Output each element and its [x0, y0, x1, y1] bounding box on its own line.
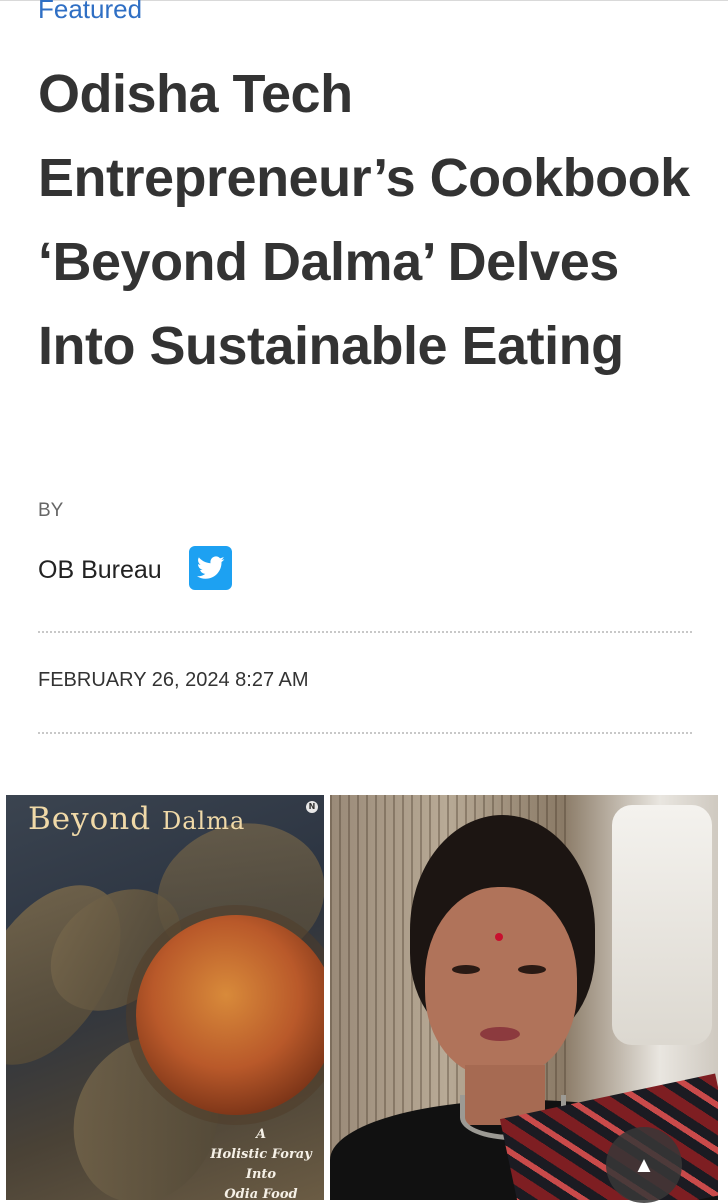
- cover-subtitle-line: A: [255, 1127, 267, 1142]
- bindi: [495, 933, 503, 941]
- article-title: Odisha Tech Entrepreneur’s Cookbook ‘Bey…: [38, 64, 690, 376]
- cover-subtitle: A Holistic Foray Into Odia Food: [196, 1125, 324, 1200]
- cover-title-word: Dalma: [161, 807, 246, 835]
- twitter-bird-icon: [196, 556, 225, 579]
- divider-dotted: [38, 732, 692, 734]
- category-link[interactable]: Featured: [38, 0, 142, 25]
- cover-subtitle-line: Into: [245, 1167, 277, 1182]
- arrow-up-icon: ▲: [633, 1152, 655, 1177]
- portrait-lips: [480, 1027, 520, 1041]
- author-link[interactable]: OB Bureau: [38, 556, 162, 585]
- cover-title: Beyond Dalma: [28, 801, 245, 837]
- cover-subtitle-line: Odia Food: [224, 1187, 298, 1200]
- portrait-eye: [518, 965, 546, 974]
- cover-title-word: Beyond: [28, 801, 152, 837]
- publisher-logo-icon: N: [306, 801, 318, 813]
- cover-subtitle-line: Holistic Foray: [210, 1147, 312, 1162]
- scroll-to-top-button[interactable]: ▲: [606, 1127, 682, 1203]
- publish-date: FEBRUARY 26, 2024 8:27 AM: [38, 669, 309, 691]
- portrait-face: [425, 887, 577, 1077]
- featured-image: Beyond Dalma N A Holistic Foray Into Odi…: [6, 795, 718, 1200]
- byline-label: BY: [38, 500, 64, 521]
- dish-image: [136, 915, 324, 1115]
- twitter-share-button[interactable]: [189, 546, 232, 590]
- background-cloth: [612, 805, 712, 1045]
- book-cover-image: Beyond Dalma N A Holistic Foray Into Odi…: [6, 795, 324, 1200]
- portrait-eye: [452, 965, 480, 974]
- divider-dotted: [38, 631, 692, 633]
